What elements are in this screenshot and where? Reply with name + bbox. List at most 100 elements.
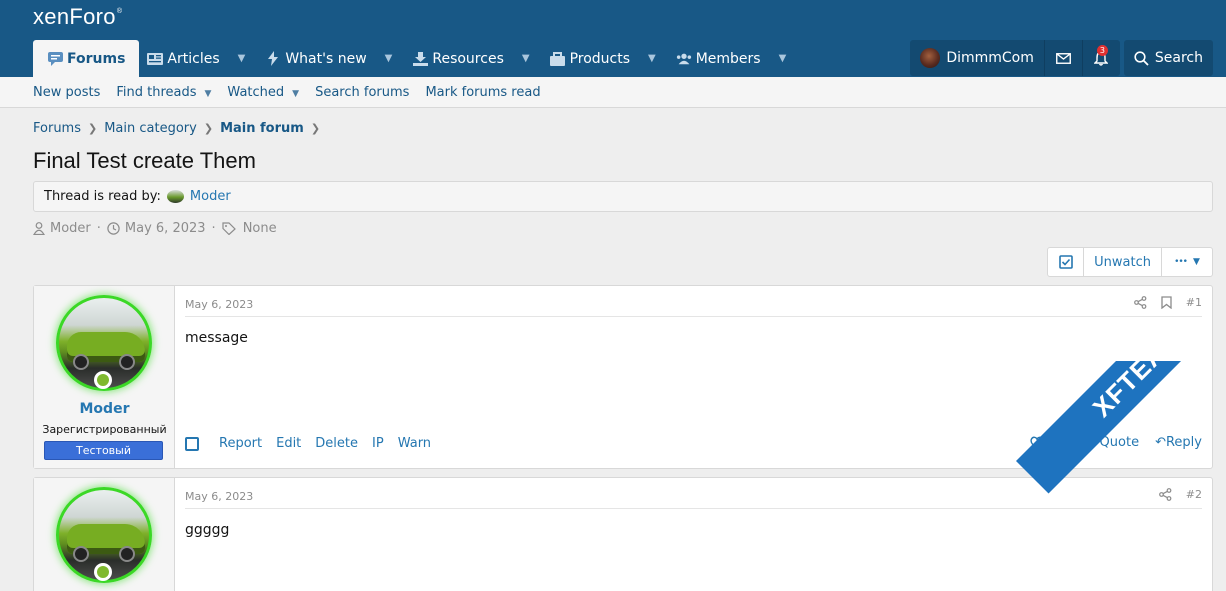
members-icon — [676, 51, 692, 67]
post: May 6, 2023 #2 ggggg — [33, 477, 1213, 591]
report-button[interactable]: Report — [219, 436, 262, 451]
avatar[interactable] — [166, 190, 184, 203]
unwatch-button[interactable]: Unwatch — [1084, 248, 1162, 276]
breadcrumb-forums[interactable]: Forums — [33, 121, 81, 136]
chevron-down-icon[interactable]: ▼ — [205, 89, 212, 99]
chevron-right-icon: ❯ — [203, 122, 214, 135]
edit-button[interactable]: Edit — [276, 436, 301, 451]
post-body: ggggg — [185, 522, 230, 538]
nav-tab-forums[interactable]: Forums — [33, 40, 140, 77]
delete-button[interactable]: Delete — [315, 436, 358, 451]
tags-icon — [222, 222, 236, 235]
heart-icon[interactable] — [1030, 436, 1044, 449]
chevron-down-icon[interactable]: ▼ — [522, 53, 530, 64]
user-icon — [33, 222, 45, 235]
post-username[interactable]: Moder — [34, 401, 175, 417]
header-user-area: DimmmCom 3 Search — [910, 40, 1213, 76]
share-icon[interactable] — [1133, 296, 1147, 309]
share-icon[interactable] — [1158, 488, 1172, 501]
thread-more-button[interactable]: ••• ▼ — [1162, 248, 1212, 276]
chevron-right-icon: ❯ — [310, 122, 321, 135]
chevron-down-icon[interactable]: ▼ — [648, 53, 656, 64]
read-by-user-link[interactable]: Moder — [190, 189, 231, 204]
plus-icon: + — [1088, 435, 1100, 450]
chevron-down-icon[interactable]: ▼ — [238, 53, 246, 64]
alert-count-badge: 3 — [1096, 45, 1108, 56]
breadcrumb-main-forum[interactable]: Main forum — [220, 121, 304, 136]
site-header: xenForo® Forums Articles ▼ What's new ▼ — [0, 0, 1226, 77]
post-tools: #2 — [1158, 488, 1202, 501]
thread-author-link[interactable]: Moder — [50, 221, 91, 236]
reply-button[interactable]: ↶Reply — [1155, 435, 1202, 450]
post-action-bar-right: ••• +Quote ↶Reply — [1030, 435, 1202, 450]
post-number-link[interactable]: #2 — [1186, 488, 1202, 501]
post-user-cell: Moder Зарегистрированный Тестовый — [34, 286, 175, 468]
reply-icon: ↶ — [1155, 435, 1166, 450]
thread-date-link[interactable]: May 6, 2023 — [125, 221, 206, 236]
post-user-cell — [34, 478, 175, 591]
post-date-link[interactable]: May 6, 2023 — [185, 298, 253, 311]
clock-icon — [107, 222, 120, 235]
articles-icon — [147, 51, 164, 67]
resources-icon — [412, 51, 428, 67]
online-status-icon — [94, 371, 112, 389]
thread-tags: None — [242, 221, 277, 236]
subnav-search-forums[interactable]: Search forums — [315, 85, 409, 100]
search-button[interactable]: Search — [1123, 40, 1213, 76]
thread-meta: Moder · May 6, 2023 · None — [33, 221, 277, 236]
user-title: Зарегистрированный — [42, 423, 167, 436]
envelope-icon — [1055, 52, 1071, 64]
chevron-down-icon: ▼ — [1193, 257, 1200, 267]
more-dots-icon[interactable]: ••• — [1060, 438, 1074, 448]
thread-action-bar: Unwatch ••• ▼ — [1047, 247, 1213, 277]
checkbox-checked-icon — [1058, 255, 1073, 269]
forums-icon — [47, 51, 63, 67]
avatar — [920, 48, 941, 68]
online-status-icon — [94, 563, 112, 581]
ip-button[interactable]: IP — [372, 436, 384, 451]
nav-tab-members[interactable]: Members ▼ — [668, 40, 799, 77]
subnav-mark-read[interactable]: Mark forums read — [425, 85, 540, 100]
sub-nav: New posts Find threads ▼ Watched ▼ Search … — [0, 77, 1226, 108]
user-banner: Тестовый — [44, 441, 163, 460]
select-post-checkbox[interactable] — [185, 436, 199, 451]
post: Moder Зарегистрированный Тестовый May 6,… — [33, 285, 1213, 469]
site-logo[interactable]: xenForo® — [33, 4, 122, 30]
subnav-watched[interactable]: Watched ▼ — [227, 85, 299, 100]
alerts-button[interactable]: 3 — [1081, 40, 1120, 76]
subnav-find-threads[interactable]: Find threads ▼ — [116, 85, 211, 100]
main-nav: Forums Articles ▼ What's new ▼ Resources… — [33, 40, 798, 77]
warn-button[interactable]: Warn — [398, 436, 431, 451]
nav-tab-articles[interactable]: Articles ▼ — [139, 40, 257, 77]
subnav-new-posts[interactable]: New posts — [33, 85, 100, 100]
nav-tab-whats-new[interactable]: What's new ▼ — [257, 40, 404, 77]
post-content: May 6, 2023 #1 message Report Edit Delet… — [175, 286, 1212, 468]
main-content: Forums ❯ Main category ❯ Main forum ❯ Fi… — [0, 108, 1226, 591]
select-thread-button[interactable] — [1048, 248, 1085, 276]
user-group: DimmmCom 3 — [910, 40, 1120, 76]
quote-button[interactable]: +Quote — [1089, 435, 1139, 450]
more-dots-icon: ••• — [1174, 257, 1188, 267]
breadcrumb-main-category[interactable]: Main category — [104, 121, 197, 136]
nav-tab-resources[interactable]: Resources ▼ — [404, 40, 541, 77]
page-title: Final Test create Them — [33, 148, 256, 173]
thread-read-by: Thread is read by: Moder — [33, 181, 1213, 212]
chevron-down-icon[interactable]: ▼ — [385, 53, 393, 64]
chevron-down-icon[interactable]: ▼ — [779, 53, 787, 64]
breadcrumb: Forums ❯ Main category ❯ Main forum ❯ — [33, 121, 327, 136]
bookmark-icon[interactable] — [1161, 296, 1172, 309]
inbox-button[interactable] — [1043, 40, 1082, 76]
post-number-link[interactable]: #1 — [1186, 296, 1202, 309]
search-icon — [1134, 50, 1149, 66]
whats-new-icon — [265, 51, 281, 67]
nav-tab-products[interactable]: Products ▼ — [542, 40, 668, 77]
post-date-link[interactable]: May 6, 2023 — [185, 490, 253, 503]
chevron-right-icon: ❯ — [88, 122, 98, 135]
account-button[interactable]: DimmmCom — [910, 40, 1044, 76]
post-action-bar: Report Edit Delete IP Warn — [185, 436, 431, 451]
products-icon — [550, 51, 566, 67]
chevron-down-icon[interactable]: ▼ — [292, 89, 299, 99]
post-body: message — [185, 330, 248, 346]
post-content: May 6, 2023 #2 ggggg — [175, 478, 1212, 591]
post-tools: #1 — [1133, 296, 1202, 309]
